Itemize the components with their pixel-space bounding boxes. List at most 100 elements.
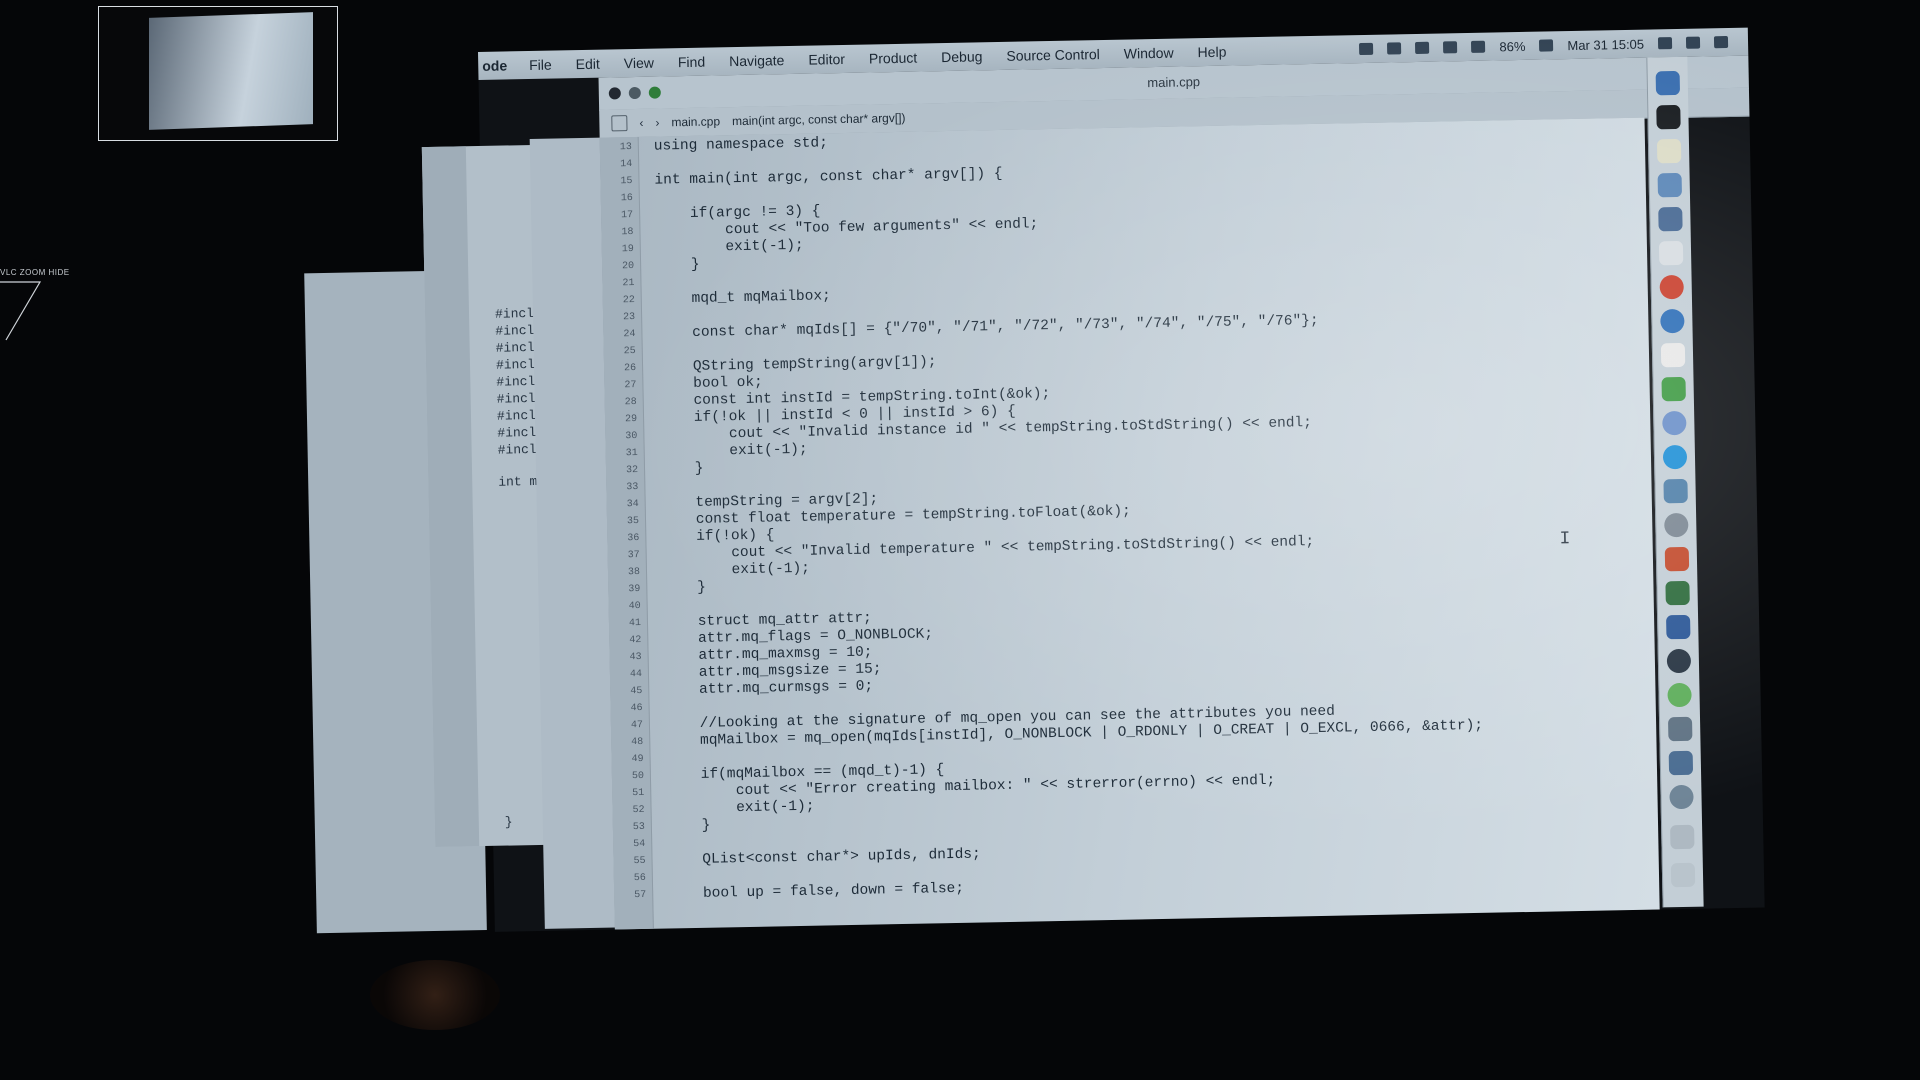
dropbox-icon[interactable] — [1359, 42, 1374, 56]
line-number: 29 — [624, 414, 638, 426]
calendar-icon[interactable] — [1660, 342, 1686, 368]
menu-help[interactable]: Help — [1185, 43, 1238, 61]
notification-center-icon[interactable] — [1713, 36, 1729, 49]
code-text[interactable]: exit(-1); — [666, 799, 815, 819]
code-text[interactable]: bool ok; — [658, 375, 763, 394]
line-number: 19 — [621, 244, 634, 256]
finder-icon[interactable] — [1655, 70, 1681, 96]
source-editor[interactable]: 13 using namespace std; 14 15 int main(int a… — [599, 117, 1660, 930]
code-text[interactable]: if(!ok) { — [661, 527, 775, 546]
code-text[interactable]: QList<const char*> upIds, dnIds; — [667, 846, 981, 869]
menu-file[interactable]: File — [517, 56, 564, 73]
textedit-icon[interactable] — [1658, 240, 1684, 266]
word-icon[interactable] — [1666, 614, 1691, 640]
disk-utility-icon[interactable] — [1664, 512, 1689, 538]
chrome-icon[interactable] — [1659, 274, 1684, 300]
app-menu[interactable]: ode — [478, 57, 517, 74]
notes-icon[interactable] — [1656, 138, 1682, 164]
evernote-icon[interactable] — [1661, 376, 1686, 402]
zoom-handle-icon[interactable] — [0, 280, 44, 350]
code-text[interactable]: } — [667, 818, 711, 836]
image-capture-icon[interactable] — [1667, 716, 1693, 742]
vlc-zoom-preview[interactable] — [98, 6, 338, 141]
network-icon[interactable] — [1663, 478, 1688, 504]
menu-navigate[interactable]: Navigate — [717, 52, 797, 70]
line-number: 54 — [633, 838, 646, 851]
code-text[interactable]: mqd_t mqMailbox; — [657, 288, 831, 308]
bluetooth-icon[interactable] — [1443, 41, 1458, 54]
preview-icon[interactable] — [1658, 206, 1683, 232]
menu-view[interactable]: View — [612, 54, 666, 72]
user-icon[interactable] — [1657, 37, 1673, 50]
battery-icon[interactable] — [1539, 39, 1554, 52]
messages-icon[interactable] — [1667, 682, 1692, 708]
powerpoint-icon[interactable] — [1664, 546, 1690, 572]
menu-find[interactable]: Find — [666, 53, 718, 71]
code-text[interactable]: bool up = false, down = false; — [668, 881, 964, 904]
code-text[interactable]: QString tempString(argv[1]); — [658, 354, 937, 376]
menu-clock[interactable]: Mar 31 15:05 — [1567, 36, 1644, 52]
line-number: 28 — [624, 397, 637, 409]
back-arrow-icon[interactable]: ‹ — [639, 116, 643, 130]
code-text[interactable]: } — [660, 461, 704, 479]
skype-icon[interactable] — [1662, 444, 1688, 470]
menu-window[interactable]: Window — [1112, 44, 1186, 62]
line-number: 56 — [633, 872, 647, 885]
terminal-icon[interactable] — [1656, 104, 1681, 130]
time-machine-icon[interactable] — [1387, 42, 1402, 55]
xcode-icon[interactable] — [1657, 172, 1683, 198]
breadcrumb-symbol[interactable]: main(int argc, const char* argv[]) — [732, 111, 906, 128]
line-number: 41 — [628, 617, 642, 630]
line-number: 55 — [633, 855, 646, 868]
code-text[interactable]: using namespace std; — [654, 135, 828, 155]
app-store-icon[interactable] — [1669, 784, 1694, 810]
line-number: 26 — [623, 363, 637, 375]
code-text[interactable]: exit(-1); — [656, 238, 804, 258]
wifi-icon[interactable] — [1471, 40, 1486, 53]
main-declaration: int m — [498, 473, 538, 490]
code-text[interactable]: exit(-1); — [660, 442, 808, 462]
line-number: 14 — [620, 159, 633, 171]
menu-edit[interactable]: Edit — [564, 55, 612, 72]
itunes-icon[interactable] — [1662, 410, 1687, 436]
forward-arrow-icon[interactable]: › — [655, 116, 659, 130]
code-text[interactable]: int main(int argc, const char* argv[]) { — [654, 166, 1002, 190]
search-icon[interactable] — [1685, 36, 1701, 49]
menu-product[interactable]: Product — [857, 49, 930, 67]
code-text[interactable]: exit(-1); — [662, 561, 810, 581]
line-number: 46 — [630, 702, 643, 715]
downloads-icon[interactable] — [1670, 824, 1695, 850]
code-text[interactable]: attr.mq_curmsgs = 0; — [664, 679, 873, 700]
line-number: 15 — [620, 176, 633, 188]
menu-editor[interactable]: Editor — [796, 51, 857, 68]
volume-icon[interactable] — [1415, 41, 1430, 55]
line-number: 22 — [622, 295, 635, 307]
line-number: 20 — [622, 261, 635, 273]
line-number: 42 — [629, 634, 642, 647]
breadcrumb-file[interactable]: main.cpp — [671, 114, 720, 129]
menu-source-control[interactable]: Source Control — [994, 46, 1112, 64]
line-number: 52 — [632, 804, 645, 817]
code-text[interactable]: } — [662, 580, 706, 598]
code-text[interactable]: const char* mqIds[] = {"/70", "/71", "/7… — [657, 313, 1319, 343]
line-number: 16 — [620, 193, 633, 205]
line-number: 36 — [627, 532, 640, 545]
dashboard-icon[interactable] — [1666, 648, 1692, 674]
line-number: 37 — [627, 549, 640, 562]
line-number: 44 — [629, 668, 643, 681]
pen-tool-icon[interactable] — [1668, 750, 1694, 776]
related-items-icon[interactable] — [611, 115, 628, 132]
excel-icon[interactable] — [1665, 580, 1690, 606]
line-number: 51 — [632, 787, 645, 800]
code-text[interactable]: } — [656, 257, 700, 275]
menu-debug[interactable]: Debug — [929, 48, 995, 65]
line-number: 25 — [623, 346, 636, 358]
include-line: #incl — [497, 441, 537, 458]
safari-icon[interactable] — [1660, 308, 1685, 334]
include-line: #incl — [495, 356, 536, 373]
battery-percent: 86% — [1499, 38, 1526, 54]
trash-icon[interactable] — [1670, 862, 1696, 888]
line-number: 33 — [626, 482, 639, 494]
vlc-zoom-hide-button[interactable]: VLC ZOOM HIDE — [0, 268, 70, 277]
line-number: 18 — [621, 227, 634, 239]
